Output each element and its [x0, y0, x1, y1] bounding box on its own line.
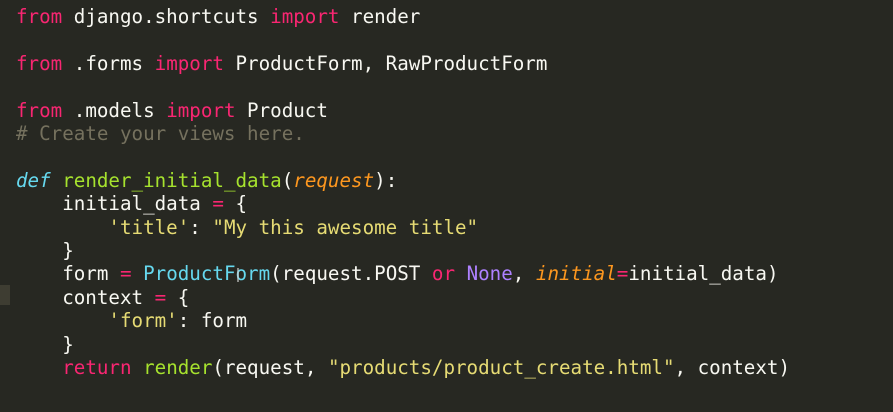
code-token: .forms [62, 51, 155, 75]
code-line[interactable]: 'title': "My this awesome title" [16, 216, 478, 239]
code-token: from [16, 98, 63, 122]
code-token: { [223, 192, 248, 216]
code-token: 'title' [108, 215, 190, 239]
code-line[interactable]: form = ProductForm(request.POST or None,… [16, 262, 779, 286]
code-token: return [62, 356, 132, 379]
code-token: (request, [212, 356, 328, 379]
code-token: def [16, 168, 51, 192]
code-token: None [466, 262, 513, 286]
mouse-text-cursor-icon [237, 268, 239, 282]
code-line[interactable]: } [16, 239, 74, 262]
code-line[interactable]: initial_data = { [16, 192, 247, 215]
code-line[interactable]: def render_initial_data(request): [16, 169, 397, 192]
code-token: (request.POST [270, 262, 432, 286]
code-token: 'form' [108, 309, 178, 333]
current-line-gutter-marker [0, 285, 10, 305]
code-token: .models [62, 98, 167, 122]
code-token: "products/product_create.html" [327, 356, 675, 379]
code-line[interactable]: context = { [16, 286, 189, 309]
code-token: context [16, 285, 155, 309]
code-token: from [16, 51, 63, 75]
code-token: = [212, 192, 224, 216]
code-line[interactable]: } [16, 333, 74, 356]
code-token: django.shortcuts [62, 5, 271, 28]
code-token: = [119, 262, 132, 286]
code-line[interactable]: from django.shortcuts import render [16, 5, 420, 28]
code-token: = [616, 262, 629, 286]
code-token: import [166, 98, 236, 122]
code-token: ): [374, 168, 398, 192]
code-token: initial_data [16, 192, 213, 216]
code-token: from [16, 5, 63, 28]
code-token: , [512, 262, 536, 286]
code-token: form [16, 262, 120, 286]
code-token: import [270, 5, 340, 28]
code-line[interactable]: 'form': form [16, 309, 247, 332]
code-token: , context) [674, 356, 791, 379]
code-token: render [143, 356, 213, 379]
code-token: # Create your views here. [16, 122, 305, 145]
code-line[interactable]: from .models import Product [16, 99, 328, 122]
code-token: { [166, 285, 190, 309]
code-token: } [16, 332, 74, 356]
code-token: : [189, 215, 213, 239]
code-token: or [431, 262, 456, 286]
code-token: render_initial_data [62, 168, 282, 192]
code-token: ( [281, 168, 294, 192]
code-line[interactable]: from .forms import ProductForm, RawProdu… [16, 52, 547, 75]
code-token: Product [235, 98, 328, 122]
code-token: request [293, 168, 375, 192]
code-token: : form [177, 309, 248, 333]
code-token: initial_data) [628, 262, 779, 286]
code-token: initial [535, 262, 617, 286]
code-line[interactable]: return render(request, "products/product… [16, 356, 790, 379]
code-token: = [154, 285, 167, 309]
code-token: ProductForm, RawProductForm [223, 51, 548, 75]
code-line[interactable]: # Create your views here. [16, 122, 305, 145]
code-token: } [16, 239, 74, 262]
code-token: import [154, 51, 224, 75]
code-editor[interactable]: from django.shortcuts import render from … [0, 0, 893, 412]
code-token: ProductForm [143, 262, 271, 286]
code-token: "My this awesome title" [212, 215, 479, 239]
code-token: render [339, 5, 421, 28]
